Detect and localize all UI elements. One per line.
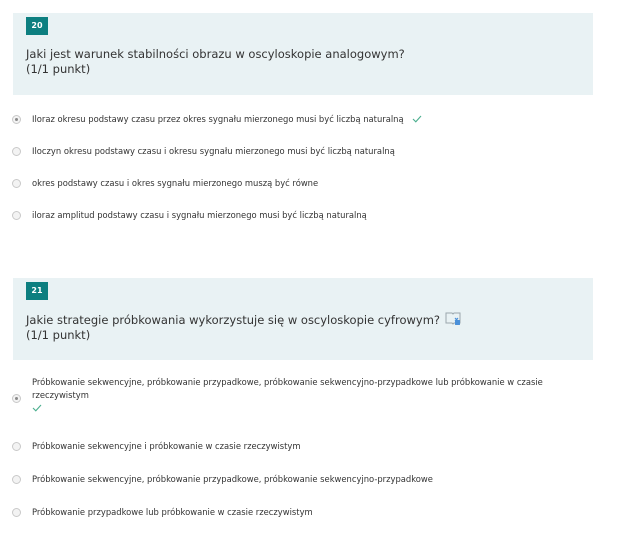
question-title: Jakie strategie próbkowania wykorzystuje… [26, 312, 573, 343]
question-number-badge: 21 [26, 282, 48, 300]
question-21: 21 Jakie strategie próbkowania wykorzyst… [0, 0, 623, 559]
answer-option[interactable]: Próbkowanie sekwencyjne i próbkowanie w … [12, 440, 602, 454]
answer-option[interactable]: Próbkowanie sekwencyjne, próbkowanie prz… [12, 376, 602, 416]
radio-button[interactable] [12, 442, 21, 451]
answer-option-label: Próbkowanie przypadkowe lub próbkowanie … [32, 507, 313, 517]
answer-option-label: Próbkowanie sekwencyjne i próbkowanie w … [32, 441, 301, 451]
radio-button-selected[interactable] [12, 394, 21, 403]
answer-option[interactable]: Próbkowanie przypadkowe lub próbkowanie … [12, 506, 602, 520]
answer-option-label: Próbkowanie sekwencyjne, próbkowanie prz… [32, 376, 592, 412]
question-header: 21 Jakie strategie próbkowania wykorzyst… [13, 278, 593, 360]
question-points: (1/1 punkt) [26, 328, 91, 342]
radio-button[interactable] [12, 475, 21, 484]
checkmark-icon [32, 404, 42, 412]
radio-button[interactable] [12, 508, 21, 517]
answer-option[interactable]: Próbkowanie sekwencyjne, próbkowanie prz… [12, 473, 602, 487]
answer-option-label: Próbkowanie sekwencyjne, próbkowanie prz… [32, 474, 433, 484]
question-text: Jakie strategie próbkowania wykorzystuje… [26, 313, 440, 327]
immersive-reader-icon[interactable] [445, 312, 462, 326]
